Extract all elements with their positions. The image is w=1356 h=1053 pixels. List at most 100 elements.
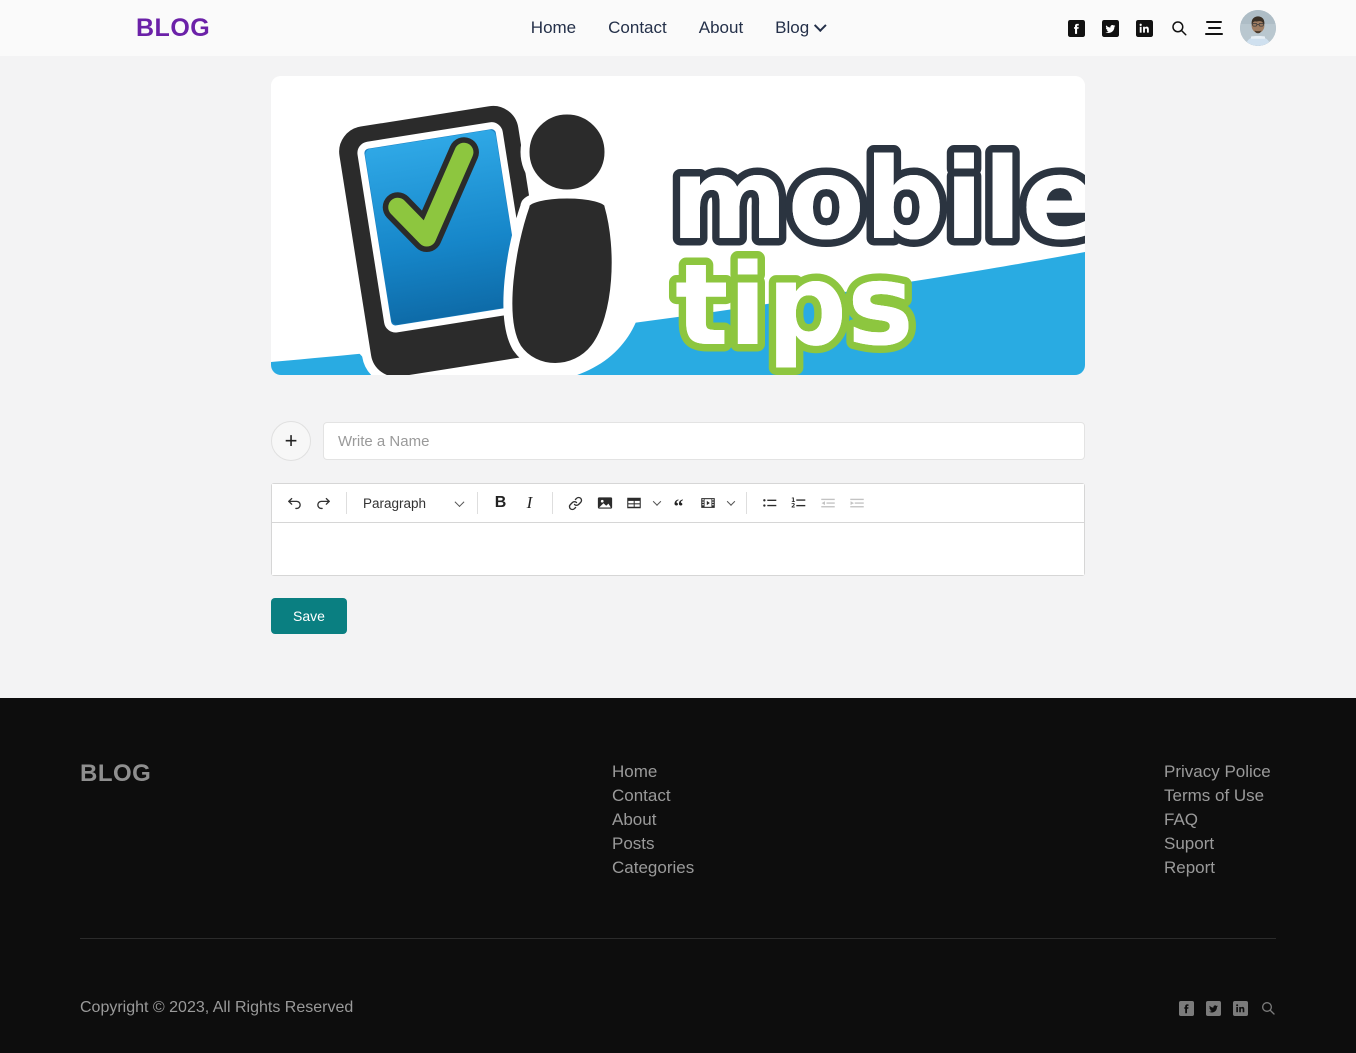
toolbar-divider <box>346 492 347 514</box>
footer-link-support[interactable]: Suport <box>1164 832 1271 856</box>
search-icon[interactable] <box>1170 19 1188 37</box>
menu-bar <box>1205 32 1223 35</box>
nav-item-label: Blog <box>775 18 810 37</box>
twitter-icon[interactable] <box>1102 19 1119 37</box>
facebook-icon[interactable] <box>1179 1000 1194 1016</box>
bold-button[interactable]: B <box>486 489 515 518</box>
hero-word-tips: tips tips <box>668 234 922 376</box>
twitter-icon[interactable] <box>1206 1000 1221 1016</box>
link-icon[interactable] <box>561 489 590 518</box>
table-icon[interactable] <box>619 489 648 518</box>
media-options-chevron-icon[interactable] <box>722 489 738 518</box>
nav-item-label: Home <box>530 18 577 37</box>
footer-links-site: Home Contact About Posts Categories <box>612 760 1164 880</box>
outdent-icon[interactable] <box>813 489 842 518</box>
avatar-image <box>1240 10 1276 46</box>
twitter-glyph <box>1102 19 1119 37</box>
footer-link-posts[interactable]: Posts <box>612 832 1164 856</box>
linkedin-glyph <box>1233 1000 1248 1016</box>
toolbar-divider <box>746 492 747 514</box>
facebook-glyph <box>1179 1000 1194 1016</box>
nav-item-label: About <box>698 18 744 37</box>
footer-bottom-bar: Copyright © 2023, All Rights Reserved <box>80 939 1276 1017</box>
svg-text:2: 2 <box>791 503 795 510</box>
main-content: mobile mobile tips tips + Write a Name P… <box>0 56 1356 698</box>
header-actions <box>1068 10 1276 46</box>
twitter-glyph <box>1206 1000 1221 1016</box>
nav-item-home[interactable]: Home <box>531 18 576 38</box>
save-button[interactable]: Save <box>271 598 347 634</box>
footer-link-about[interactable]: About <box>612 808 1164 832</box>
search-icon[interactable] <box>1260 1000 1276 1016</box>
nav-item-about[interactable]: About <box>699 18 743 38</box>
toolbar-divider <box>552 492 553 514</box>
mobile-tips-graphic: mobile mobile tips tips <box>271 76 1085 375</box>
footer-link-faq[interactable]: FAQ <box>1164 808 1271 832</box>
numbered-list-icon[interactable]: 1 2 <box>784 489 813 518</box>
indent-glyph <box>849 498 864 508</box>
redo-icon[interactable] <box>309 489 338 518</box>
svg-text:tips: tips <box>675 241 914 371</box>
outdent-glyph <box>820 498 835 508</box>
site-footer: BLOG Home Contact About Posts Categories… <box>0 698 1356 1053</box>
italic-button[interactable]: I <box>515 489 544 518</box>
numbered-list-glyph: 1 2 <box>791 497 805 510</box>
content-container: mobile mobile tips tips + Write a Name P… <box>271 76 1085 634</box>
undo-icon[interactable] <box>280 489 309 518</box>
bullet-list-glyph <box>762 499 776 507</box>
menu-bar <box>1206 21 1222 24</box>
blockquote-button[interactable]: “ <box>664 489 693 518</box>
footer-link-categories[interactable]: Categories <box>612 856 1164 880</box>
post-name-input[interactable] <box>323 422 1085 460</box>
site-header: BLOG Home Contact About Blog <box>0 0 1356 56</box>
footer-links-legal: Privacy Police Terms of Use FAQ Suport R… <box>1164 760 1271 880</box>
chevron-down-icon <box>454 496 465 507</box>
nav-item-blog[interactable]: Blog <box>775 18 828 38</box>
menu-icon[interactable] <box>1205 21 1223 35</box>
table-glyph <box>626 497 641 509</box>
chevron-down-icon <box>814 18 828 32</box>
footer-link-privacy[interactable]: Privacy Police <box>1164 760 1271 784</box>
facebook-icon[interactable] <box>1068 19 1085 37</box>
editor-content-area[interactable] <box>272 523 1084 575</box>
undo-glyph <box>288 497 301 509</box>
copyright-text: Copyright © 2023, All Rights Reserved <box>80 999 354 1016</box>
bullet-list-icon[interactable] <box>755 489 784 518</box>
search-glyph <box>1172 21 1187 36</box>
image-glyph <box>597 497 612 509</box>
footer-columns: BLOG Home Contact About Posts Categories… <box>80 698 1276 880</box>
add-block-button[interactable]: + <box>271 421 311 461</box>
footer-link-contact[interactable]: Contact <box>612 784 1164 808</box>
facebook-glyph <box>1068 19 1085 37</box>
footer-social-icons <box>1179 1000 1276 1016</box>
linkedin-icon[interactable] <box>1233 1000 1248 1016</box>
redo-glyph <box>317 497 330 509</box>
image-icon[interactable] <box>590 489 619 518</box>
indent-icon[interactable] <box>842 489 871 518</box>
footer-link-report[interactable]: Report <box>1164 856 1271 880</box>
menu-bar <box>1207 26 1221 30</box>
footer-link-home[interactable]: Home <box>612 760 1164 784</box>
nav-item-contact[interactable]: Contact <box>608 18 667 38</box>
nav-item-label: Contact <box>608 18 667 37</box>
media-glyph <box>700 498 715 508</box>
chevron-down-icon <box>652 497 662 506</box>
rich-text-editor: Paragraph B I “ 1 2 <box>271 483 1085 576</box>
editor-toolbar: Paragraph B I “ 1 2 <box>272 484 1084 523</box>
table-options-chevron-icon[interactable] <box>648 489 664 518</box>
linkedin-icon[interactable] <box>1136 19 1153 37</box>
footer-logo[interactable]: BLOG <box>80 760 612 880</box>
media-icon[interactable] <box>693 489 722 518</box>
block-format-select[interactable]: Paragraph <box>355 489 469 518</box>
post-banner-image: mobile mobile tips tips <box>271 76 1085 375</box>
link-glyph <box>568 496 583 510</box>
linkedin-glyph <box>1136 19 1153 37</box>
chevron-down-icon <box>726 497 736 506</box>
site-logo[interactable]: BLOG <box>136 14 210 43</box>
search-glyph <box>1262 1002 1275 1015</box>
toolbar-divider <box>477 492 478 514</box>
avatar[interactable] <box>1240 10 1276 46</box>
footer-link-terms[interactable]: Terms of Use <box>1164 784 1271 808</box>
post-name-row: + <box>271 421 1085 461</box>
block-format-value: Paragraph <box>363 495 427 511</box>
